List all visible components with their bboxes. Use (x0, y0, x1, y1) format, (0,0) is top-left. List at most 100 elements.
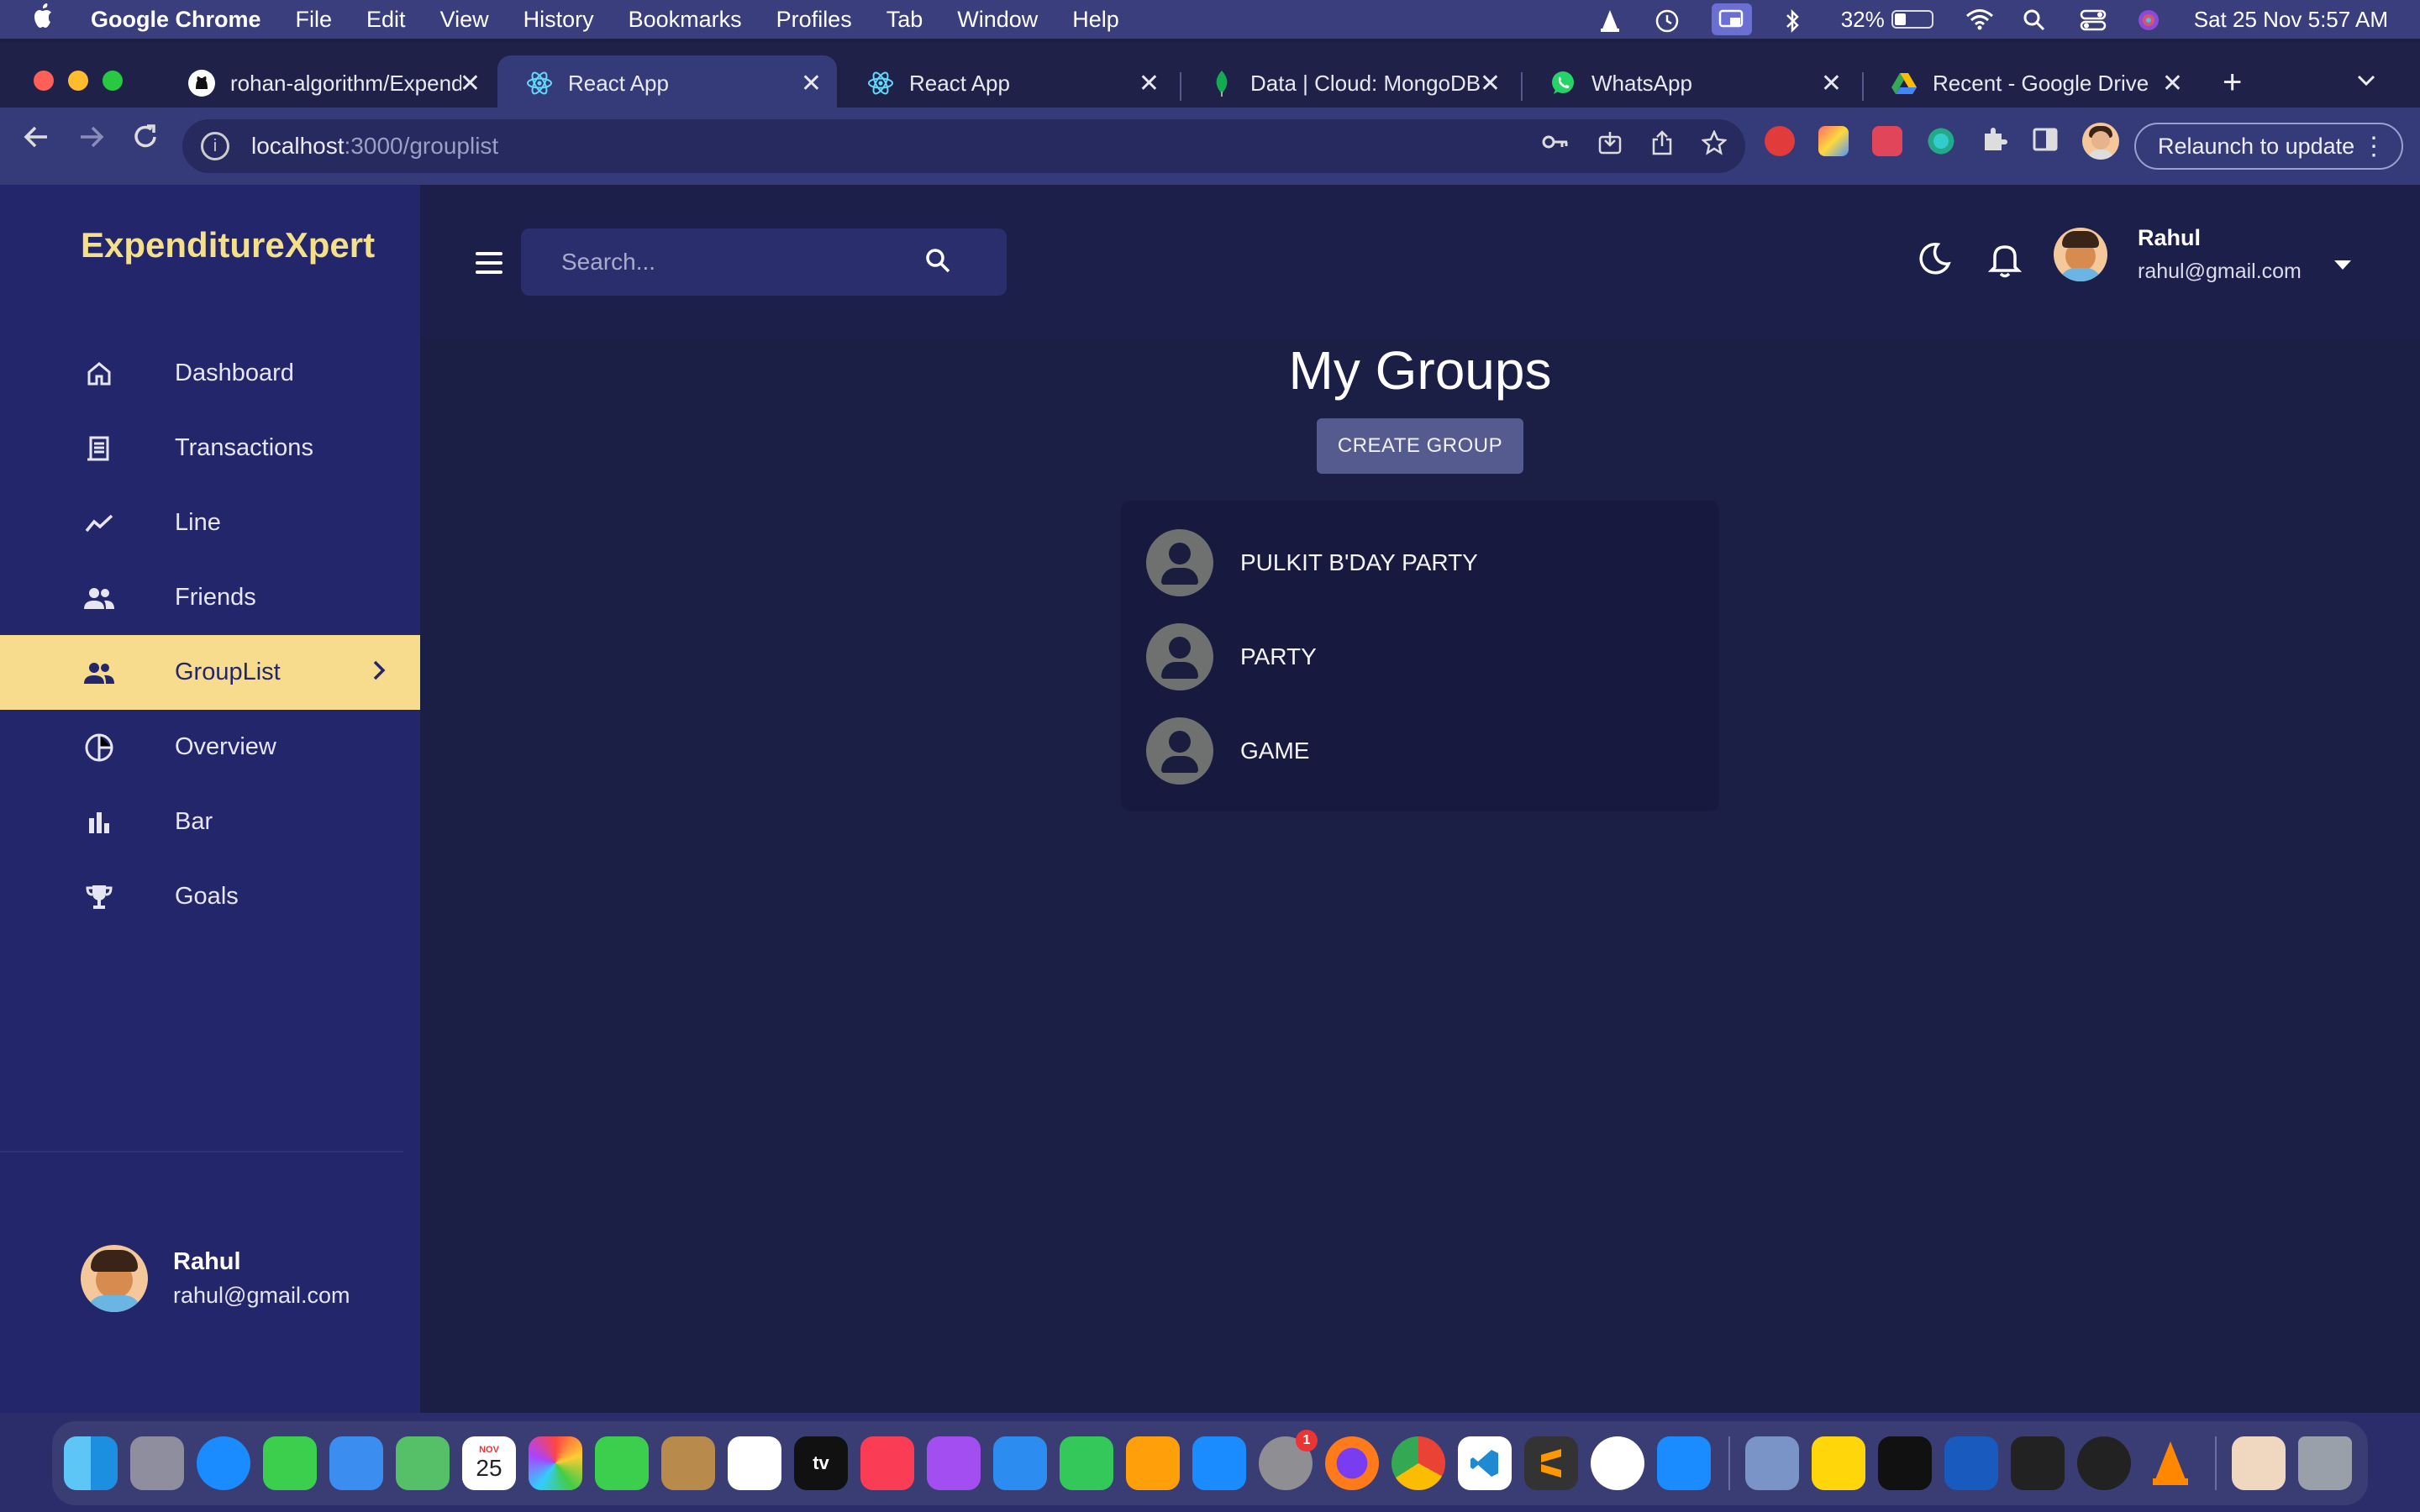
tab-close-icon[interactable]: ✕ (1821, 69, 1842, 98)
search-icon[interactable] (923, 245, 953, 280)
tab-react-app[interactable]: React App ✕ (839, 55, 1175, 111)
password-key-icon[interactable] (1542, 130, 1569, 162)
mail-icon[interactable] (329, 1436, 383, 1490)
menu-file[interactable]: File (296, 7, 333, 33)
numbers-icon[interactable] (1060, 1436, 1113, 1490)
hamburger-menu-icon[interactable] (476, 252, 502, 280)
topbar-user-profile[interactable]: Rahul rahul@gmail.com (2054, 225, 2302, 284)
create-group-button[interactable]: CREATE GROUP (1317, 418, 1523, 474)
sidebar-item-friends[interactable]: Friends (0, 560, 420, 635)
launchpad-icon[interactable] (130, 1436, 184, 1490)
side-panel-icon[interactable] (2032, 126, 2059, 157)
menu-profiles[interactable]: Profiles (776, 7, 852, 33)
obs-icon[interactable] (2077, 1436, 2131, 1490)
menu-help[interactable]: Help (1072, 7, 1119, 33)
apple-menu-icon[interactable] (32, 3, 69, 36)
screen-mirroring-icon[interactable] (1711, 3, 1752, 35)
ai-assistant-icon[interactable] (1591, 1436, 1644, 1490)
address-bar[interactable]: i localhost:3000/grouplist (182, 119, 1745, 173)
list-item[interactable]: GAME (1121, 704, 1719, 798)
forward-arrow-icon[interactable] (77, 123, 106, 159)
tab-whatsapp[interactable]: WhatsApp ✕ (1521, 55, 1857, 111)
xcode-icon[interactable] (1657, 1436, 1711, 1490)
keynote-icon[interactable] (993, 1436, 1047, 1490)
reload-icon[interactable] (131, 123, 160, 159)
sidebar-item-transactions[interactable]: Transactions (0, 411, 420, 486)
list-item[interactable]: PARTY (1121, 610, 1719, 704)
reminders-icon[interactable] (728, 1436, 781, 1490)
tab-close-icon[interactable]: ✕ (801, 69, 822, 98)
adblock-extension-icon[interactable] (1765, 126, 1795, 156)
spotlight-search-icon[interactable] (2023, 8, 2048, 31)
profile-dropdown-caret-icon[interactable] (2334, 260, 2351, 270)
chrome-icon[interactable] (1392, 1436, 1445, 1490)
tab-react-app-active[interactable]: React App ✕ (497, 55, 837, 111)
search-input[interactable] (561, 249, 914, 276)
target-extension-icon[interactable] (1926, 126, 1956, 156)
new-tab-button[interactable]: + (2223, 64, 2242, 102)
menu-edit[interactable]: Edit (366, 7, 406, 33)
apple-tv-icon[interactable]: tv (794, 1436, 848, 1490)
activity-monitor-icon[interactable] (2011, 1436, 2065, 1490)
install-app-icon[interactable] (1597, 130, 1623, 162)
menu-window[interactable]: Window (957, 7, 1038, 33)
share-icon[interactable] (1651, 130, 1673, 162)
messages-icon[interactable] (263, 1436, 317, 1490)
more-vert-icon[interactable]: ⋮ (2361, 132, 2386, 161)
bluetooth-icon[interactable] (1784, 8, 1809, 34)
sublime-text-icon[interactable] (1524, 1436, 1578, 1490)
dice-extension-icon[interactable] (1872, 126, 1902, 156)
url-text[interactable]: localhost:3000/grouplist (251, 133, 498, 160)
safari-icon[interactable] (197, 1436, 250, 1490)
close-window-button[interactable] (34, 71, 54, 91)
dark-mode-moon-icon[interactable] (1916, 240, 1953, 281)
sidebar-item-line[interactable]: Line (0, 486, 420, 560)
vscode-icon[interactable] (1458, 1436, 1512, 1490)
contacts-icon[interactable] (661, 1436, 715, 1490)
pages-icon[interactable] (1126, 1436, 1180, 1490)
menu-bookmarks[interactable]: Bookmarks (629, 7, 742, 33)
vlc-icon[interactable] (2144, 1436, 2197, 1490)
tab-search-chevron-icon[interactable] (2357, 66, 2375, 92)
terminal-icon[interactable] (1878, 1436, 1932, 1490)
facetime-icon[interactable] (595, 1436, 649, 1490)
sidebar-item-overview[interactable]: Overview (0, 710, 420, 785)
sidebar-item-dashboard[interactable]: Dashboard (0, 336, 420, 411)
word-icon[interactable] (1944, 1436, 1998, 1490)
maps-icon[interactable] (396, 1436, 450, 1490)
siri-icon[interactable] (2137, 8, 2162, 30)
tab-github[interactable]: rohan-algorithm/Expenditu ✕ (160, 55, 496, 111)
zoom-window-button[interactable] (103, 71, 123, 91)
extensions-puzzle-icon[interactable] (1980, 125, 2008, 158)
list-item[interactable]: PULKIT B'DAY PARTY (1121, 516, 1719, 610)
tab-google-drive[interactable]: Recent - Google Drive ✕ (1862, 55, 2198, 111)
sidebar-item-goals[interactable]: Goals (0, 859, 420, 934)
app-store-icon[interactable] (1192, 1436, 1246, 1490)
menu-tab[interactable]: Tab (886, 7, 923, 33)
preview-icon[interactable] (1745, 1436, 1799, 1490)
firefox-icon[interactable] (1325, 1436, 1379, 1490)
sidebar-item-grouplist[interactable]: GroupList (0, 635, 420, 710)
sidebar-user-profile[interactable]: Rahul rahul@gmail.com (81, 1245, 350, 1312)
notifications-bell-icon[interactable] (1987, 240, 2023, 283)
control-center-icon[interactable] (2080, 8, 2106, 31)
tab-close-icon[interactable]: ✕ (1480, 69, 1501, 98)
tab-close-icon[interactable]: ✕ (1139, 69, 1160, 98)
time-machine-icon[interactable] (1655, 8, 1680, 33)
downloads-stack-icon[interactable] (2232, 1436, 2286, 1490)
tab-close-icon[interactable]: ✕ (460, 69, 481, 98)
system-settings-icon[interactable]: 1 (1259, 1430, 1318, 1490)
battery-indicator[interactable]: 32% (1841, 7, 1933, 33)
color-extension-icon[interactable] (1818, 126, 1849, 156)
relaunch-to-update-button[interactable]: Relaunch to update ⋮ (2134, 123, 2403, 170)
menu-history[interactable]: History (523, 7, 594, 33)
sidebar-item-bar[interactable]: Bar (0, 785, 420, 859)
site-info-icon[interactable]: i (201, 132, 229, 160)
podcasts-icon[interactable] (927, 1436, 981, 1490)
minimize-window-button[interactable] (68, 71, 88, 91)
wifi-icon[interactable] (1965, 8, 1993, 30)
brand-logo-text[interactable]: ExpenditureXpert (81, 225, 375, 265)
tab-mongodb[interactable]: Data | Cloud: MongoDB Cloud ✕ (1180, 55, 1516, 111)
finder-icon[interactable] (64, 1436, 118, 1490)
menu-view[interactable]: View (440, 7, 489, 33)
